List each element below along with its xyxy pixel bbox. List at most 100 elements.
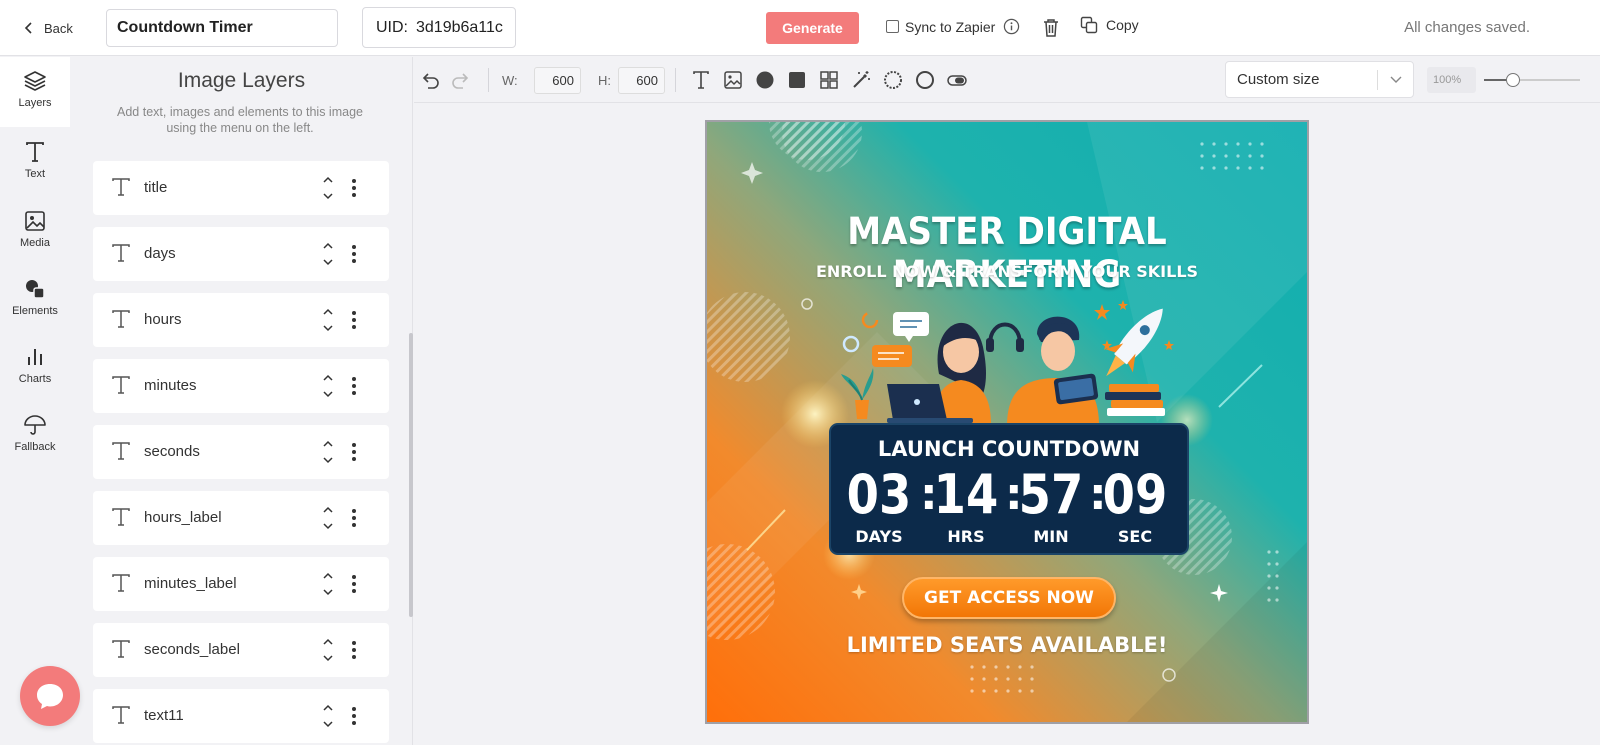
shapes-icon	[26, 280, 45, 299]
width-input[interactable]	[534, 67, 581, 94]
rail-item-layers[interactable]: Layers	[0, 57, 70, 127]
sync-checkbox[interactable]	[886, 20, 899, 33]
template-name-input[interactable]	[106, 9, 338, 47]
umbrella-icon	[24, 415, 46, 435]
zoom-level[interactable]: 100%	[1427, 67, 1476, 93]
height-input[interactable]	[618, 67, 665, 94]
uid-box[interactable]: UID: 3d19b6a11c	[362, 7, 516, 48]
layer-name: seconds	[144, 443, 200, 460]
text-tool-icon[interactable]	[690, 69, 712, 91]
more-options-icon[interactable]	[351, 508, 357, 528]
toggle-tool-icon[interactable]	[946, 69, 968, 91]
layer-name: text11	[144, 707, 184, 724]
more-options-icon[interactable]	[351, 574, 357, 594]
layer-row[interactable]: hours	[93, 293, 389, 347]
toolbar-divider	[675, 68, 676, 92]
rail-item-fallback[interactable]: Fallback	[0, 413, 70, 453]
countdown-minutes: 57	[1018, 463, 1084, 526]
rail-label: Fallback	[14, 441, 56, 453]
magic-wand-icon[interactable]	[850, 69, 872, 91]
more-options-icon[interactable]	[351, 640, 357, 660]
select-divider	[1377, 70, 1378, 90]
layer-row[interactable]: seconds_label	[93, 623, 389, 677]
reorder-icon[interactable]	[321, 239, 335, 269]
image-icon	[25, 211, 45, 231]
reorder-icon[interactable]	[321, 437, 335, 467]
back-label: Back	[44, 20, 73, 36]
more-options-icon[interactable]	[351, 244, 357, 264]
more-options-icon[interactable]	[351, 706, 357, 726]
reorder-icon[interactable]	[321, 701, 335, 731]
redo-icon[interactable]	[450, 69, 472, 91]
rectangle-tool-icon[interactable]	[786, 69, 808, 91]
layer-row[interactable]: days	[93, 227, 389, 281]
undo-icon[interactable]	[419, 69, 441, 91]
poster-subtitle: ENROLL NOW & TRANSFORM YOUR SKILLS	[815, 262, 1199, 281]
layer-row[interactable]: hours_label	[93, 491, 389, 545]
rail-label: Charts	[18, 373, 52, 385]
copy-button[interactable]: Copy	[1080, 16, 1139, 34]
ring-tool-icon[interactable]	[914, 69, 936, 91]
rail-item-media[interactable]: Media	[0, 209, 70, 249]
layer-name: hours_label	[144, 509, 222, 526]
countdown-minutes-label: MIN	[1033, 527, 1069, 546]
grid-tool-icon[interactable]	[818, 69, 840, 91]
more-options-icon[interactable]	[351, 310, 357, 330]
zoom-slider-thumb[interactable]	[1505, 73, 1520, 87]
save-status: All changes saved.	[1404, 19, 1530, 36]
layer-row[interactable]: minutes_label	[93, 557, 389, 611]
countdown-days: 03	[846, 463, 912, 526]
chevron-left-icon	[24, 22, 32, 34]
dotted-circle-icon[interactable]	[882, 69, 904, 91]
reorder-icon[interactable]	[321, 173, 335, 203]
chat-button[interactable]	[20, 666, 80, 726]
info-icon[interactable]	[1003, 18, 1020, 35]
rail-item-text[interactable]: Text	[0, 140, 70, 180]
text-layer-icon	[112, 640, 130, 658]
text-layer-icon	[112, 442, 130, 460]
layer-name: hours	[144, 311, 182, 328]
more-options-icon[interactable]	[351, 376, 357, 396]
layer-row[interactable]: title	[93, 161, 389, 215]
canvas-toolbar: W: H: Custom size 100%	[414, 57, 1600, 103]
countdown-hours: 14	[933, 463, 999, 526]
copy-label: Copy	[1106, 17, 1139, 33]
zoom-slider[interactable]	[1484, 73, 1580, 87]
poster-footer: LIMITED SEATS AVAILABLE!	[846, 633, 1168, 657]
image-tool-icon[interactable]	[722, 69, 744, 91]
layer-row[interactable]: text11	[93, 689, 389, 743]
rail-label: Elements	[12, 305, 58, 317]
size-preset-select[interactable]: Custom size	[1225, 61, 1414, 98]
chat-bubble-icon	[37, 684, 63, 709]
reorder-icon[interactable]	[321, 503, 335, 533]
rail-item-charts[interactable]: Charts	[0, 345, 70, 385]
layer-row[interactable]: seconds	[93, 425, 389, 479]
circle-tool-icon[interactable]	[754, 69, 776, 91]
back-button[interactable]: Back	[22, 16, 73, 40]
reorder-icon[interactable]	[321, 305, 335, 335]
layers-panel: Image Layers Add text, images and elemen…	[70, 57, 413, 745]
sync-to-zapier[interactable]: Sync to Zapier	[886, 18, 1020, 35]
reorder-icon[interactable]	[321, 635, 335, 665]
panel-scrollbar[interactable]	[409, 333, 413, 617]
more-options-icon[interactable]	[351, 178, 357, 198]
reorder-icon[interactable]	[321, 371, 335, 401]
rail-label: Layers	[18, 97, 52, 109]
panel-description: Add text, images and elements to this im…	[117, 105, 363, 135]
panel-title: Image Layers	[177, 69, 306, 92]
layer-row[interactable]: minutes	[93, 359, 389, 413]
countdown-days-label: DAYS	[855, 527, 903, 546]
trash-icon[interactable]	[1040, 17, 1062, 39]
toolbar-divider	[488, 68, 489, 92]
poster-cta-button[interactable]: GET ACCESS NOW	[902, 577, 1116, 619]
width-label: W:	[502, 73, 518, 88]
layer-name: title	[144, 179, 168, 196]
more-options-icon[interactable]	[351, 442, 357, 462]
countdown-seconds: 09	[1102, 463, 1168, 526]
reorder-icon[interactable]	[321, 569, 335, 599]
rail-item-elements[interactable]: Elements	[0, 277, 70, 317]
generate-button[interactable]: Generate	[766, 12, 859, 44]
sync-label: Sync to Zapier	[905, 18, 996, 35]
text-layer-icon	[112, 178, 130, 196]
poster-canvas[interactable]: MASTER DIGITAL MARKETING ENROLL NOW & TR…	[705, 120, 1309, 724]
